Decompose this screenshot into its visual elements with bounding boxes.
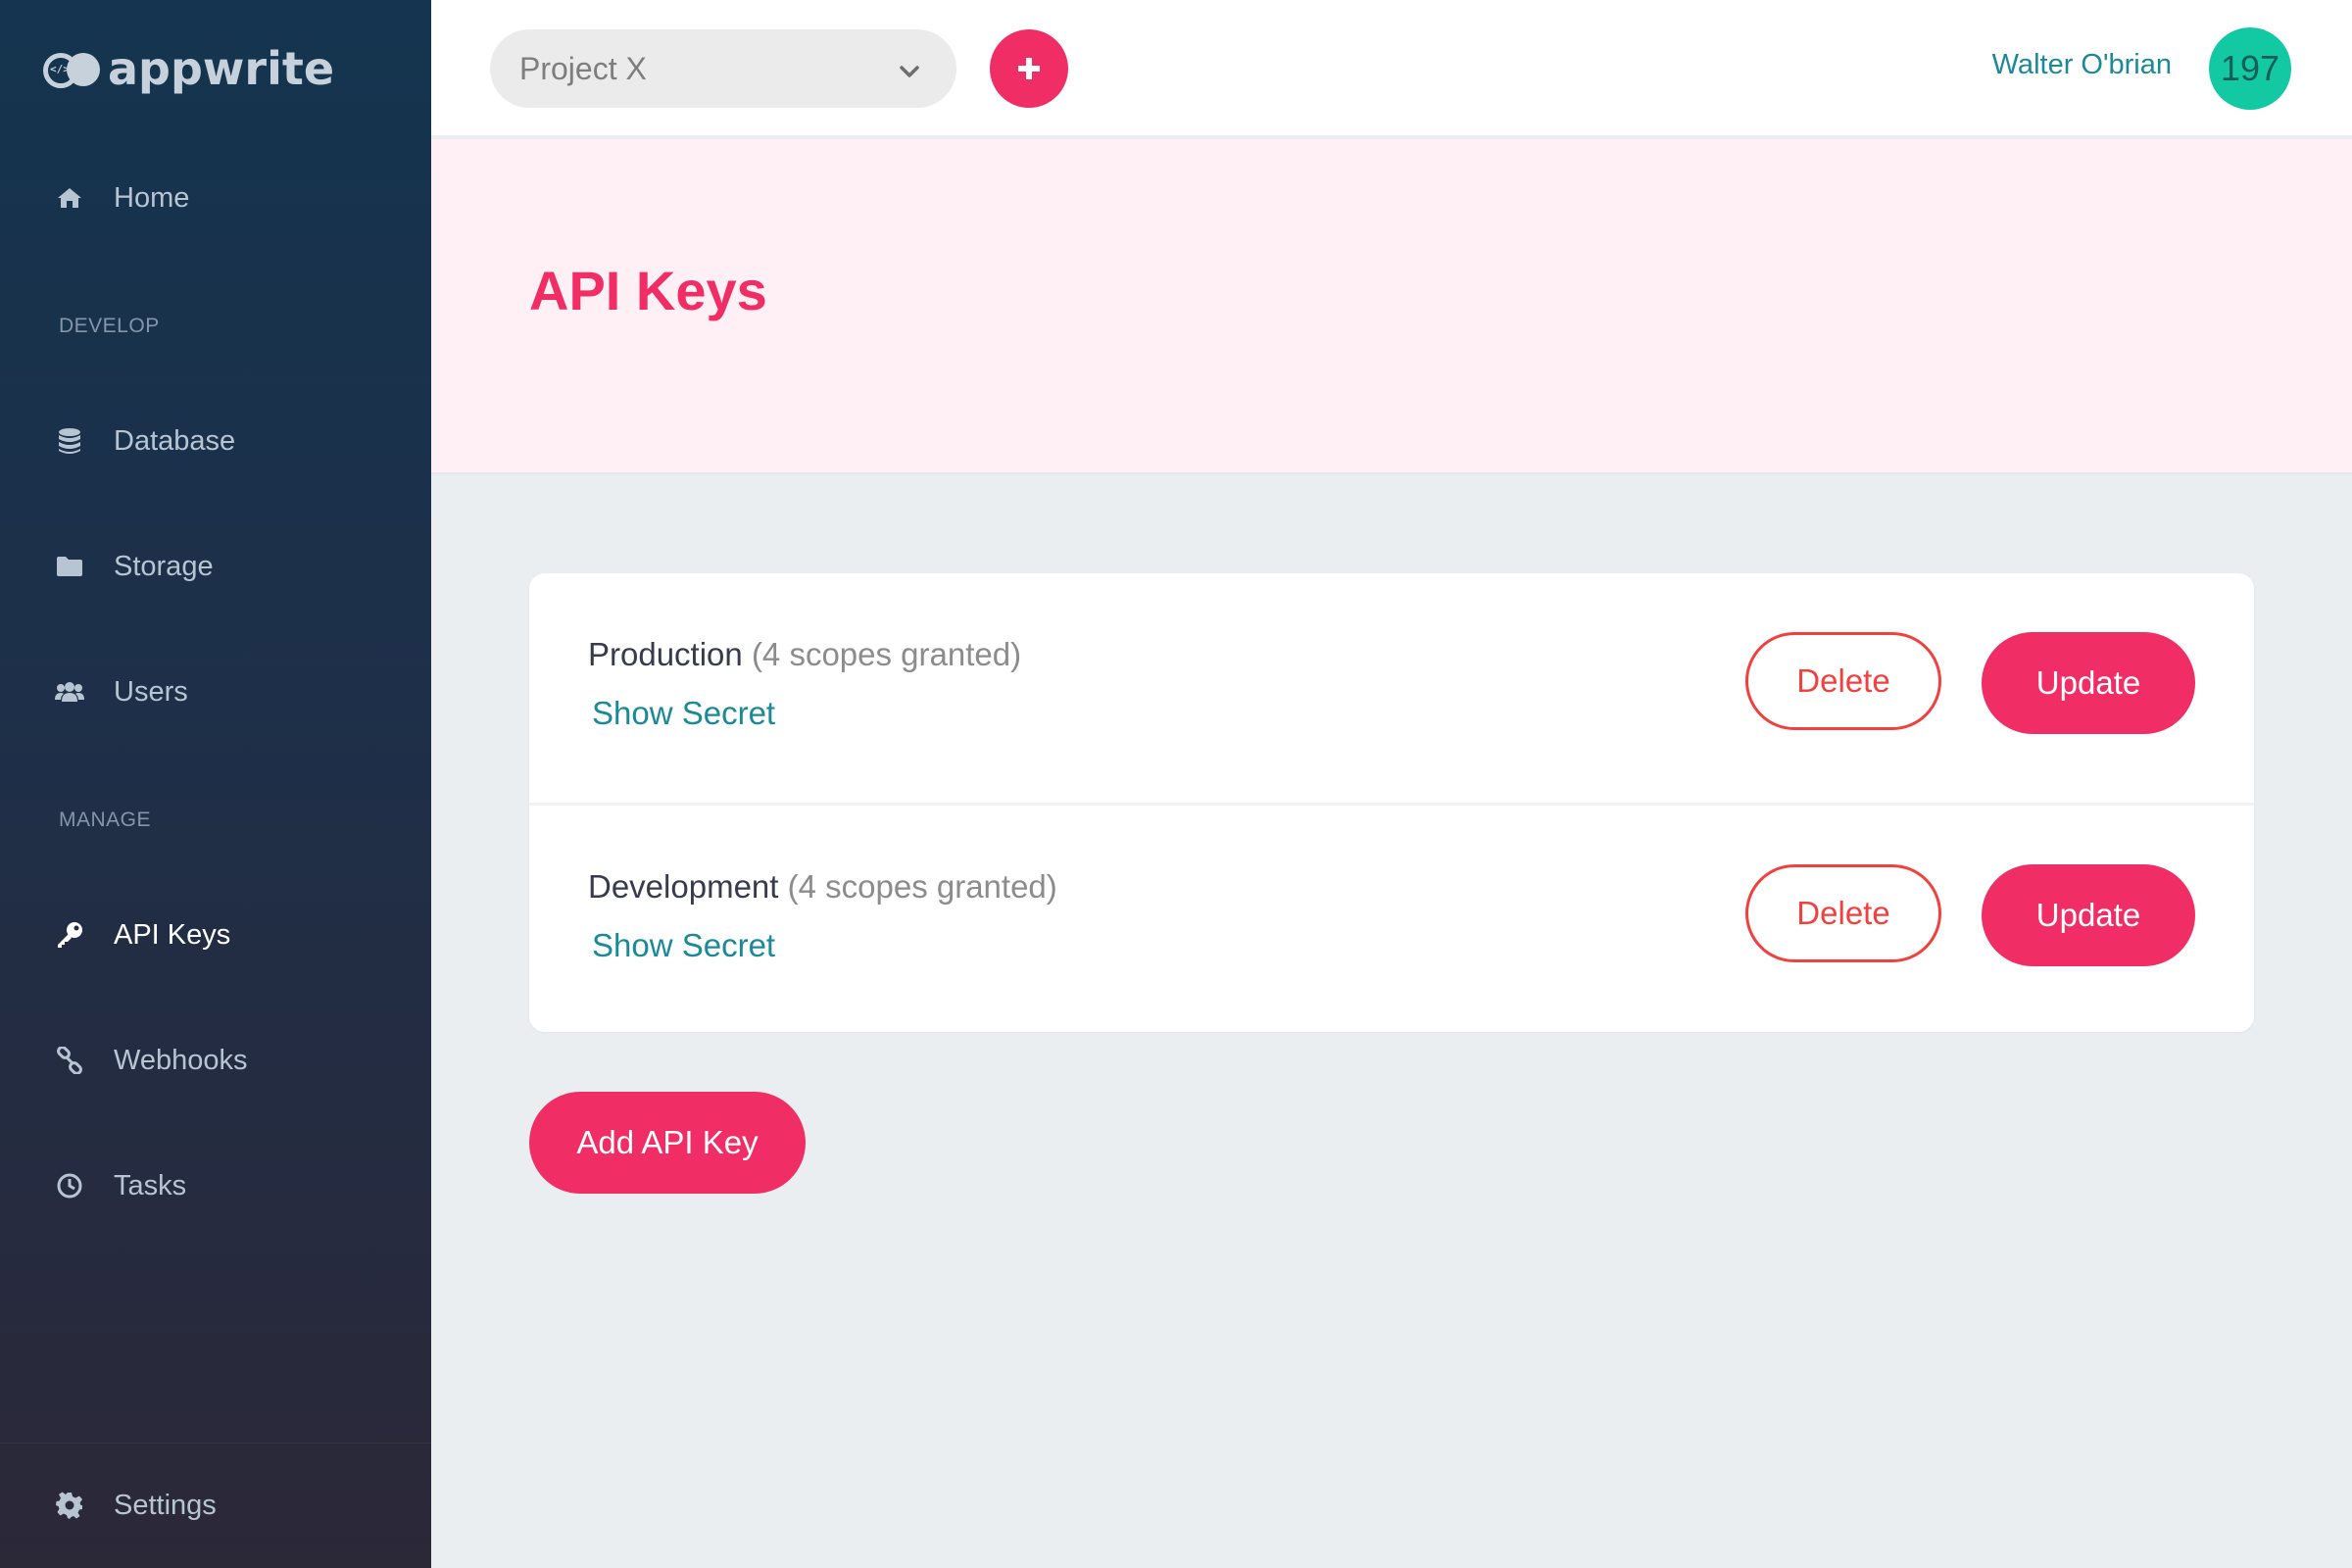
- page-title: API Keys: [529, 260, 767, 321]
- show-secret-link[interactable]: Show Secret: [592, 695, 775, 732]
- sidebar-item-settings[interactable]: Settings: [55, 1481, 217, 1530]
- users-icon: [55, 677, 84, 707]
- database-icon: [55, 426, 84, 456]
- avatar[interactable]: 197: [2209, 27, 2291, 110]
- api-key-name: Production: [588, 636, 743, 672]
- key-icon: [55, 920, 84, 950]
- api-key-row: Production (4 scopes granted) Show Secre…: [529, 573, 2254, 803]
- api-keys-card: Production (4 scopes granted) Show Secre…: [529, 573, 2254, 1032]
- sidebar-item-label: Storage: [114, 550, 214, 582]
- add-api-key-button[interactable]: Add API Key: [529, 1092, 806, 1194]
- logo-text: appwrite: [108, 42, 335, 95]
- chevron-down-icon: [898, 55, 921, 91]
- delete-button[interactable]: Delete: [1745, 864, 1941, 962]
- delete-button[interactable]: Delete: [1745, 632, 1941, 730]
- sidebar-item-users[interactable]: Users: [55, 667, 188, 716]
- project-select-value: Project X: [519, 50, 647, 86]
- sidebar-item-label: Settings: [114, 1489, 217, 1521]
- update-button[interactable]: Update: [1982, 864, 2195, 966]
- sidebar-item-webhooks[interactable]: Webhooks: [55, 1036, 248, 1085]
- add-project-button[interactable]: [990, 29, 1068, 108]
- top-header: Project X Walter O'brian 197: [431, 0, 2352, 137]
- sidebar-item-label: Users: [114, 675, 188, 708]
- sidebar-item-home[interactable]: Home: [55, 173, 189, 222]
- api-key-scopes: (4 scopes granted): [751, 636, 1022, 672]
- folder-icon: [55, 552, 84, 581]
- link-icon: [55, 1046, 84, 1075]
- sidebar-item-storage[interactable]: Storage: [55, 542, 214, 591]
- api-key-title: Development (4 scopes granted): [588, 868, 1057, 906]
- sidebar-item-label: API Keys: [114, 918, 231, 951]
- clock-icon: [55, 1171, 84, 1200]
- sidebar-item-tasks[interactable]: Tasks: [55, 1161, 186, 1210]
- sidebar-item-label: Database: [114, 424, 236, 457]
- update-button[interactable]: Update: [1982, 632, 2195, 734]
- api-key-row: Development (4 scopes granted) Show Secr…: [529, 803, 2254, 1032]
- user-name-link[interactable]: Walter O'brian: [1992, 49, 2172, 81]
- home-icon: [55, 183, 84, 213]
- sidebar-item-label: Webhooks: [114, 1044, 248, 1076]
- appwrite-logo-icon: </>: [43, 49, 100, 88]
- appwrite-logo[interactable]: </> appwrite: [43, 41, 334, 96]
- app-root: </> appwrite Home DEVELOP Database Stora…: [0, 0, 2352, 1568]
- project-select[interactable]: Project X: [490, 29, 956, 108]
- sidebar: </> appwrite Home DEVELOP Database Stora…: [0, 0, 431, 1568]
- sidebar-item-api-keys[interactable]: API Keys: [55, 910, 230, 959]
- section-develop: DEVELOP: [59, 315, 160, 337]
- gear-icon: [55, 1491, 84, 1520]
- page-banner: API Keys: [431, 139, 2352, 474]
- api-key-scopes: (4 scopes granted): [787, 868, 1057, 905]
- sidebar-divider: [0, 1443, 431, 1444]
- plus-icon: [1018, 58, 1040, 79]
- api-key-name: Development: [588, 868, 779, 905]
- sidebar-item-label: Home: [114, 181, 190, 214]
- sidebar-item-label: Tasks: [114, 1169, 187, 1201]
- show-secret-link[interactable]: Show Secret: [592, 927, 775, 964]
- sidebar-item-database[interactable]: Database: [55, 416, 235, 466]
- api-key-title: Production (4 scopes granted): [588, 636, 1021, 673]
- section-manage: MANAGE: [59, 808, 152, 831]
